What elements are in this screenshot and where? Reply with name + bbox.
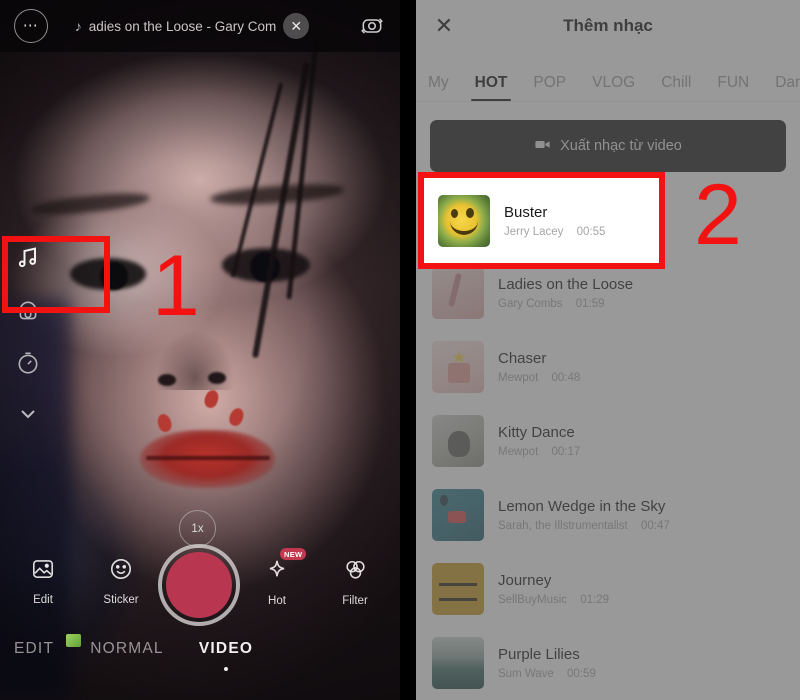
album-cover [432,637,484,689]
mode-video[interactable]: VIDEO [166,640,286,671]
chevron-down-icon[interactable] [16,402,40,426]
close-icon[interactable]: ✕ [283,13,310,39]
filter-action-button[interactable]: Filter [316,556,394,607]
sticker-action-label: Sticker [103,594,139,606]
new-badge: NEW [280,548,307,560]
song-meta: Purple Lilies Sum Wave 00:59 [498,646,596,680]
panel-divider [400,0,416,700]
annotation-number-1: 1 [152,238,200,334]
song-subtitle: SellBuyMusic 01:29 [498,594,609,606]
album-cover [432,563,484,615]
extract-music-from-video-button[interactable]: Xuất nhạc từ video [430,120,786,172]
screenshot-root: ⋯ ♪ adies on the Loose - Gary Com ✕ 1x E… [0,0,800,700]
song-artist: Jerry Lacey [504,225,564,238]
album-cover [432,489,484,541]
song-title: Journey [498,572,552,589]
annotation-number-2: 2 [694,167,742,263]
now-playing-chip[interactable]: ♪ adies on the Loose - Gary Com ✕ [48,13,344,39]
video-camera-icon [534,136,551,157]
song-row-chaser[interactable]: Chaser Mewpot 00:48 [416,330,800,404]
song-duration: 00:59 [567,668,596,680]
mode-video-label: VIDEO [198,640,254,657]
song-subtitle: Mewpot 00:48 [498,372,580,384]
song-subtitle: Jerry Lacey 00:55 [504,226,605,238]
song-meta: Ladies on the Loose Gary Combs 01:59 [498,276,633,310]
album-cover [432,341,484,393]
song-title: Chaser [498,350,547,367]
music-category-tabs: My HOT POP VLOG Chill FUN Dan [416,52,800,102]
song-title: Ladies on the Loose [498,276,634,293]
song-title: Buster [504,203,548,221]
now-playing-title: adies on the Loose - Gary Com [88,18,277,34]
mode-normal-label: NORMAL [90,640,164,657]
song-row-journey[interactable]: Journey SellBuyMusic 01:29 [416,552,800,626]
camera-top-bar: ⋯ ♪ adies on the Loose - Gary Com ✕ [0,0,400,52]
annotation-box-1 [2,236,110,313]
more-options-icon[interactable]: ⋯ [14,9,48,43]
song-artist: Gary Combs [498,298,563,310]
tab-pop[interactable]: POP [533,74,566,101]
song-subtitle: Sum Wave 00:59 [498,668,596,680]
song-meta: Chaser Mewpot 00:48 [498,350,580,384]
song-meta: Journey SellBuyMusic 01:29 [498,572,609,606]
song-duration: 00:47 [640,520,670,532]
song-duration: 00:55 [576,225,606,238]
hot-action-label: Hot [268,595,286,607]
song-subtitle: Sarah, the Illstrumentalist 00:47 [498,520,670,532]
song-duration: 01:59 [575,298,605,310]
song-meta: Lemon Wedge in the Sky Sarah, the Illstr… [498,498,670,532]
song-subtitle: Gary Combs 01:59 [498,298,633,310]
song-meta: Kitty Dance Mewpot 00:17 [498,424,580,458]
shutter-core [166,552,232,618]
music-panel-header: ✕ Thêm nhạc [416,0,800,52]
song-artist: Mewpot [498,372,539,384]
song-subtitle: Mewpot 00:17 [498,446,580,458]
active-mode-dot [224,667,228,671]
add-music-panel: ✕ Thêm nhạc My HOT POP VLOG Chill FUN Da… [416,0,800,700]
song-row-kitty-dance[interactable]: Kitty Dance Mewpot 00:17 [416,404,800,478]
song-title: Purple Lilies [498,646,580,663]
song-duration: 00:17 [551,446,581,458]
song-artist: SellBuyMusic [498,594,568,606]
album-cover [432,415,484,467]
song-row-purple-lilies[interactable]: Purple Lilies Sum Wave 00:59 [416,626,800,700]
music-note-icon: ♪ [74,18,82,34]
filter-action-label: Filter [342,594,368,607]
album-cover [432,267,484,319]
tab-chill[interactable]: Chill [661,74,691,101]
tab-fun[interactable]: FUN [717,74,749,101]
filter-circles-icon [342,556,369,586]
edit-action-label: Edit [33,594,53,606]
edit-action-button[interactable]: Edit [4,556,82,606]
album-cover [438,194,490,247]
image-edit-icon [30,556,56,585]
sticker-action-button[interactable]: Sticker [82,556,160,606]
extract-music-label: Xuất nhạc từ video [560,138,682,154]
tab-vlog[interactable]: VLOG [592,74,635,101]
shutter-button[interactable] [158,544,240,626]
timer-icon[interactable] [15,350,41,376]
tab-my[interactable]: My [428,74,449,101]
song-title: Lemon Wedge in the Sky [498,498,666,515]
smiley-sticker-icon [108,556,134,585]
song-meta: Buster Jerry Lacey 00:55 [504,204,605,238]
song-row-buster-highlighted[interactable]: Buster Jerry Lacey 00:55 [424,178,659,263]
tab-dance[interactable]: Dan [775,74,800,101]
song-duration: 00:48 [551,372,581,384]
song-artist: Sum Wave [498,668,554,680]
page-title: Thêm nhạc [563,16,653,35]
song-title: Kitty Dance [498,424,575,441]
mode-edit[interactable]: EDIT [14,634,81,658]
camera-preview-panel: ⋯ ♪ adies on the Loose - Gary Com ✕ 1x E… [0,0,400,700]
hot-action-button[interactable]: NEW Hot [238,548,316,607]
song-artist: Sarah, the Illstrumentalist [498,520,628,532]
song-artist: Mewpot [498,446,539,458]
flip-camera-icon[interactable] [344,13,400,39]
camera-mode-row: EDIT NORMAL VIDEO [0,634,400,690]
song-row-lemon-wedge-in-the-sky[interactable]: Lemon Wedge in the Sky Sarah, the Illstr… [416,478,800,552]
mode-edit-label: EDIT [14,640,55,657]
close-icon[interactable]: ✕ [416,13,472,39]
song-duration: 01:29 [580,594,610,606]
tab-hot[interactable]: HOT [470,74,512,101]
